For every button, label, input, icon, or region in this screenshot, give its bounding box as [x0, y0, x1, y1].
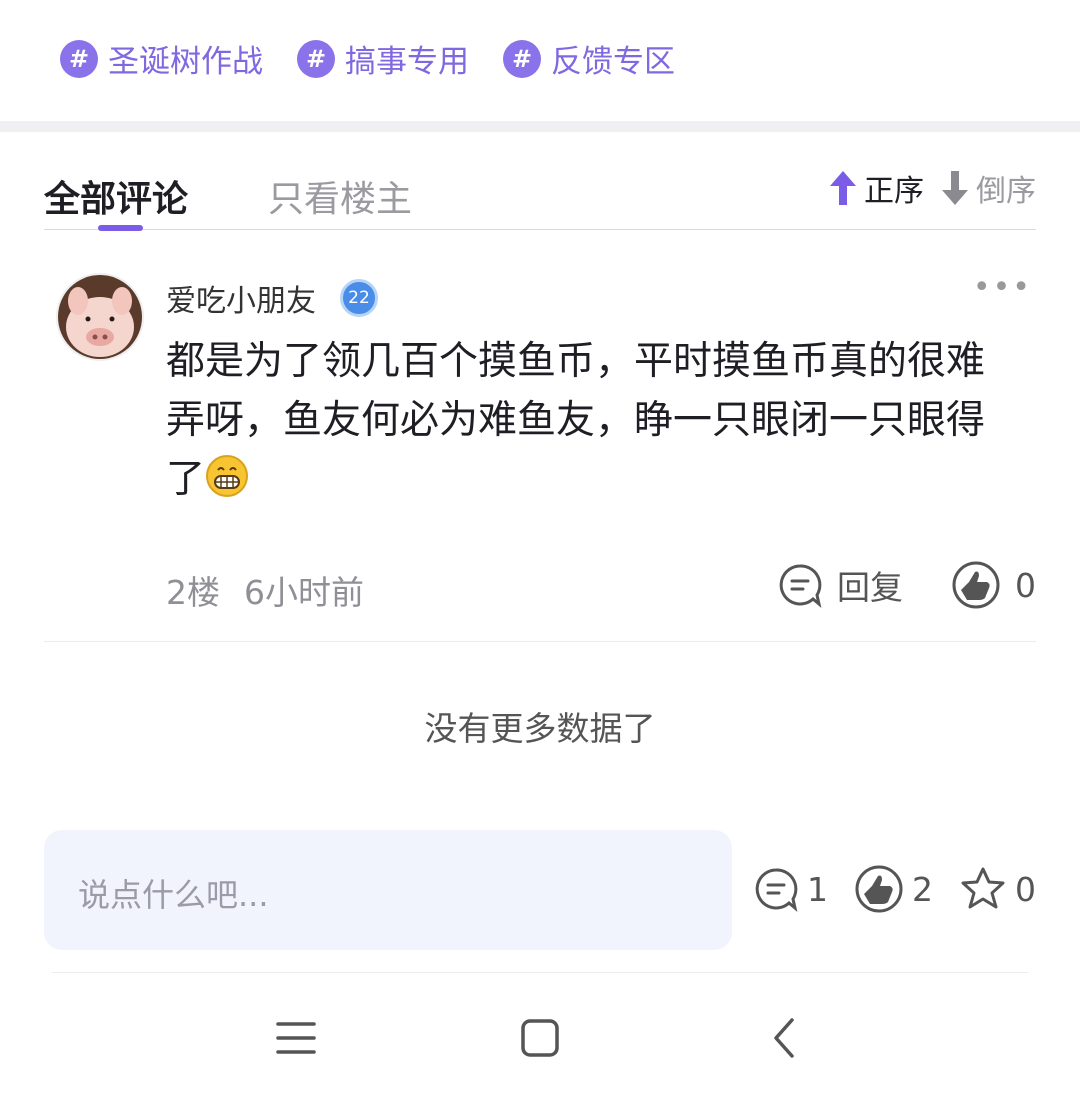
- chat-bubble-icon: [779, 564, 822, 608]
- reply-button[interactable]: 回复: [777, 561, 903, 609]
- sort-ascending-label: 正序: [864, 174, 924, 209]
- username[interactable]: 爱吃小朋友: [166, 276, 316, 320]
- thumbs-up-icon: [952, 561, 1000, 609]
- nav-divider: [52, 972, 1028, 973]
- sort-descending-button[interactable]: 倒序: [940, 166, 1036, 210]
- comment-actions: 回复 0: [777, 560, 1036, 610]
- comment-tabs-bar: 全部评论 只看楼主 正序 倒序: [44, 160, 1036, 231]
- no-more-data-text: 没有更多数据了: [424, 709, 656, 748]
- pig-avatar-image: [58, 275, 142, 359]
- hash-icon: #: [60, 39, 98, 78]
- level-number: 22: [340, 279, 378, 317]
- arrow-up-icon: [830, 171, 856, 205]
- level-badge: 22: [332, 277, 386, 319]
- favorites-count: 0: [1015, 869, 1036, 909]
- sort-controls: 正序 倒序: [828, 166, 1036, 210]
- comment-body: 都是为了领几百个摸鱼币，平时摸鱼币真的很难弄呀，鱼友何必为难鱼友，睁一只眼闭一只…: [166, 339, 986, 502]
- topic-tag[interactable]: # 反馈专区: [503, 36, 675, 81]
- menu-icon[interactable]: [276, 1010, 316, 1066]
- star-icon: [961, 867, 1005, 909]
- like-count: 0: [1015, 565, 1036, 605]
- more-options-icon[interactable]: •••: [973, 270, 1032, 305]
- topic-tags: # 圣诞树作战 # 搞事专用 # 反馈专区: [60, 36, 675, 81]
- comment-item: 爱吃小朋友 22 ••• 都是为了领几百个摸鱼币，平时摸鱼币真的很难弄呀，鱼友何…: [44, 240, 1036, 642]
- section-divider: [0, 121, 1080, 132]
- sort-ascending-button[interactable]: 正序: [828, 166, 924, 210]
- tab-all-comments[interactable]: 全部评论: [44, 170, 188, 222]
- reply-label: 回复: [837, 568, 903, 607]
- back-icon[interactable]: [766, 1010, 806, 1066]
- comment-input[interactable]: 说点什么吧...: [44, 830, 732, 950]
- comments-count-button[interactable]: 1: [753, 866, 828, 912]
- post-stats: 1 2 0: [753, 864, 1036, 914]
- avatar[interactable]: [56, 273, 144, 361]
- like-button[interactable]: 0: [951, 560, 1036, 610]
- comment-meta: 2楼 6小时前: [166, 566, 364, 614]
- tab-owner-only[interactable]: 只看楼主: [268, 170, 412, 222]
- topic-tag-label: 搞事专用: [345, 44, 469, 80]
- comments-count: 1: [807, 869, 828, 909]
- comment-time: 6小时前: [244, 573, 364, 612]
- topic-tag[interactable]: # 圣诞树作战: [60, 36, 263, 81]
- comment-input-placeholder: 说点什么吧...: [78, 876, 269, 914]
- comment-header: 爱吃小朋友 22: [166, 276, 386, 320]
- topic-tag[interactable]: # 搞事专用: [297, 36, 469, 81]
- active-tab-indicator: [98, 225, 143, 231]
- system-nav-bar: [0, 1010, 1080, 1070]
- favorite-button[interactable]: 0: [959, 865, 1036, 913]
- grin-emoji-icon: [206, 455, 249, 497]
- hash-icon: #: [503, 39, 541, 78]
- arrow-down-icon: [942, 171, 968, 205]
- chat-bubble-icon: [755, 868, 798, 912]
- home-icon[interactable]: [520, 1010, 560, 1066]
- likes-count: 2: [912, 869, 933, 909]
- hash-icon: #: [297, 39, 335, 78]
- thumbs-up-icon: [855, 865, 903, 913]
- comment-text: 都是为了领几百个摸鱼币，平时摸鱼币真的很难弄呀，鱼友何必为难鱼友，睁一只眼闭一只…: [166, 332, 1016, 509]
- sort-descending-label: 倒序: [976, 174, 1036, 209]
- floor-number: 2楼: [166, 573, 220, 612]
- topic-tag-label: 反馈专区: [551, 44, 675, 80]
- topic-tag-label: 圣诞树作战: [108, 44, 263, 80]
- likes-count-button[interactable]: 2: [854, 864, 933, 914]
